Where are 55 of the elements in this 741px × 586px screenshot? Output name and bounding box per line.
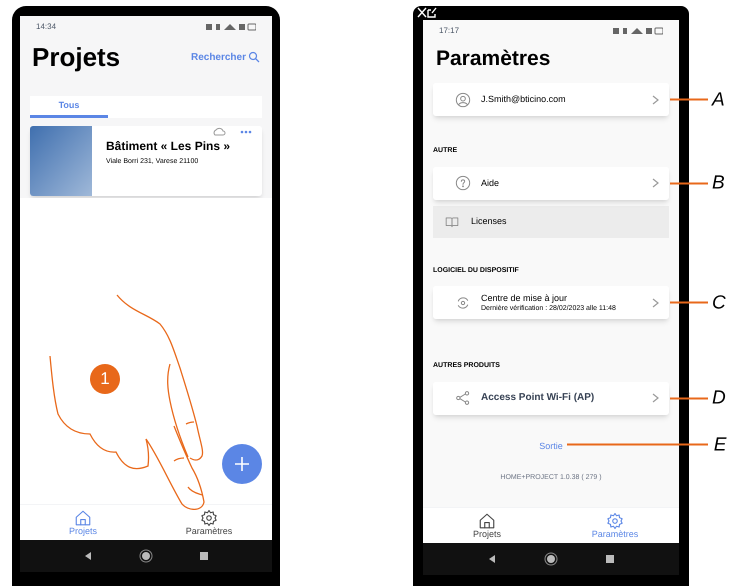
callout-letter: C — [712, 293, 726, 312]
chevron-icon — [652, 178, 659, 188]
chevron-icon — [652, 393, 659, 403]
callout-letter: A — [712, 90, 725, 109]
home-button-icon[interactable] — [139, 549, 153, 563]
nodes-icon — [455, 390, 471, 406]
book-icon — [445, 214, 459, 228]
leader-line — [670, 397, 708, 399]
nav-tab[interactable]: Projets — [20, 505, 146, 540]
setting-label: Aide — [481, 178, 500, 188]
back-icon[interactable] — [83, 551, 93, 561]
status-icons-drawing — [206, 23, 256, 31]
setting-label: J.Smith@bticino.com — [481, 95, 567, 104]
status-time: 14:34 — [36, 21, 56, 33]
sync-icon — [455, 294, 471, 310]
home-icon — [74, 509, 92, 527]
gear-icon — [200, 509, 218, 527]
plus-icon — [234, 456, 250, 472]
recents-icon[interactable] — [605, 554, 616, 564]
setting-label: Access Point Wi-Fi (AP) — [481, 393, 596, 403]
leader-line — [670, 302, 708, 304]
chevron-icon — [652, 94, 659, 104]
add-button[interactable] — [222, 444, 262, 484]
callout-letter: B — [712, 174, 725, 192]
settings-row[interactable]: Licenses — [433, 206, 669, 238]
page-title: Projets — [32, 44, 120, 70]
home-icon — [478, 512, 496, 530]
help-icon — [455, 175, 471, 191]
settings-card[interactable]: Access Point Wi-Fi (AP) — [433, 382, 669, 414]
callout-letter: E — [714, 435, 726, 454]
callout-letter: D — [712, 388, 726, 408]
nav-tab[interactable]: Paramètres — [146, 505, 272, 540]
leader-line — [670, 182, 708, 184]
user-icon — [455, 92, 471, 108]
project-name: Bâtiment « Les Pins » — [106, 140, 230, 152]
page-title: Paramètres — [435, 46, 552, 69]
recents-icon[interactable] — [199, 551, 209, 561]
nav-tab[interactable]: Projets — [423, 508, 551, 543]
close-edit-icon[interactable] — [417, 7, 437, 18]
nav-tab[interactable]: Paramètres — [551, 508, 679, 543]
status-time: 17:17 — [439, 25, 460, 37]
search-icon — [248, 51, 260, 63]
leader-line — [670, 98, 708, 100]
photo-placeholder — [30, 126, 92, 196]
cloud-icon — [212, 127, 226, 136]
settings-card[interactable]: J.Smith@bticino.com — [433, 83, 669, 116]
back-icon[interactable] — [486, 554, 497, 564]
settings-card[interactable]: Aide — [433, 166, 669, 200]
home-button-icon[interactable] — [544, 552, 558, 566]
status-icons-drawing — [613, 27, 663, 35]
chevron-icon — [652, 298, 659, 308]
gear-icon — [606, 512, 624, 530]
setting-label: Centre de mise à jour — [481, 294, 568, 302]
more-icon[interactable] — [240, 130, 252, 134]
setting-label: Licenses — [471, 217, 508, 226]
